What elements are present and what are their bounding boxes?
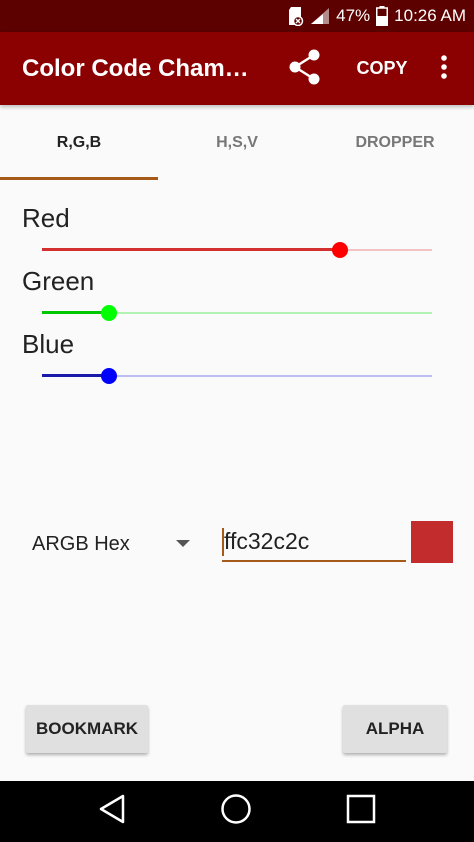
sd-card-icon <box>286 6 304 26</box>
hex-format-select[interactable]: ARGB Hex <box>32 524 130 564</box>
app-bar: Color Code Cham… COPY <box>0 32 474 105</box>
status-bar: 47% 10:26 AM <box>0 0 474 32</box>
tab-rgb[interactable]: R,G,B <box>0 106 158 180</box>
tab-hsv[interactable]: H,S,V <box>158 106 316 180</box>
back-button[interactable] <box>72 781 152 842</box>
bookmark-button[interactable]: BOOKMARK <box>26 705 148 753</box>
alpha-button[interactable]: ALPHA <box>343 705 447 753</box>
home-button[interactable] <box>196 781 276 842</box>
dropdown-arrow-icon[interactable] <box>176 540 190 547</box>
overflow-menu-button[interactable] <box>426 48 462 90</box>
back-triangle-icon <box>98 794 126 829</box>
green-slider-thumb[interactable] <box>101 305 118 321</box>
green-label: Green <box>22 266 95 296</box>
blue-slider-fill <box>42 374 110 377</box>
tab-dropper[interactable]: DROPPER <box>316 106 474 180</box>
share-button[interactable] <box>284 48 326 90</box>
tab-bar: R,G,B H,S,V DROPPER <box>0 106 474 180</box>
blue-label: Blue <box>22 329 75 359</box>
home-circle-icon <box>220 793 252 830</box>
share-icon <box>288 49 322 90</box>
red-slider-fill <box>42 248 341 251</box>
battery-icon <box>376 6 389 26</box>
red-slider-thumb[interactable] <box>332 242 349 258</box>
hex-input[interactable] <box>222 522 406 562</box>
navigation-bar <box>0 781 474 842</box>
recents-square-icon <box>346 794 376 829</box>
signal-icon <box>310 7 330 25</box>
app-title: Color Code Cham… <box>22 55 249 82</box>
blue-slider-thumb[interactable] <box>101 368 118 384</box>
green-slider[interactable] <box>42 301 432 325</box>
more-vert-icon <box>440 54 448 84</box>
red-label: Red <box>22 203 70 233</box>
color-preview-swatch <box>411 521 453 563</box>
red-slider[interactable] <box>42 238 432 262</box>
battery-percent: 47% <box>336 6 371 25</box>
recents-button[interactable] <box>321 781 401 842</box>
clock: 10:26 AM <box>394 6 466 25</box>
screen: 47% 10:26 AM Color Code Cham… COPY R,G,B… <box>0 0 474 842</box>
copy-button[interactable]: COPY <box>350 32 414 105</box>
green-slider-fill <box>42 311 110 314</box>
blue-slider[interactable] <box>42 364 432 388</box>
text-cursor <box>222 528 224 556</box>
